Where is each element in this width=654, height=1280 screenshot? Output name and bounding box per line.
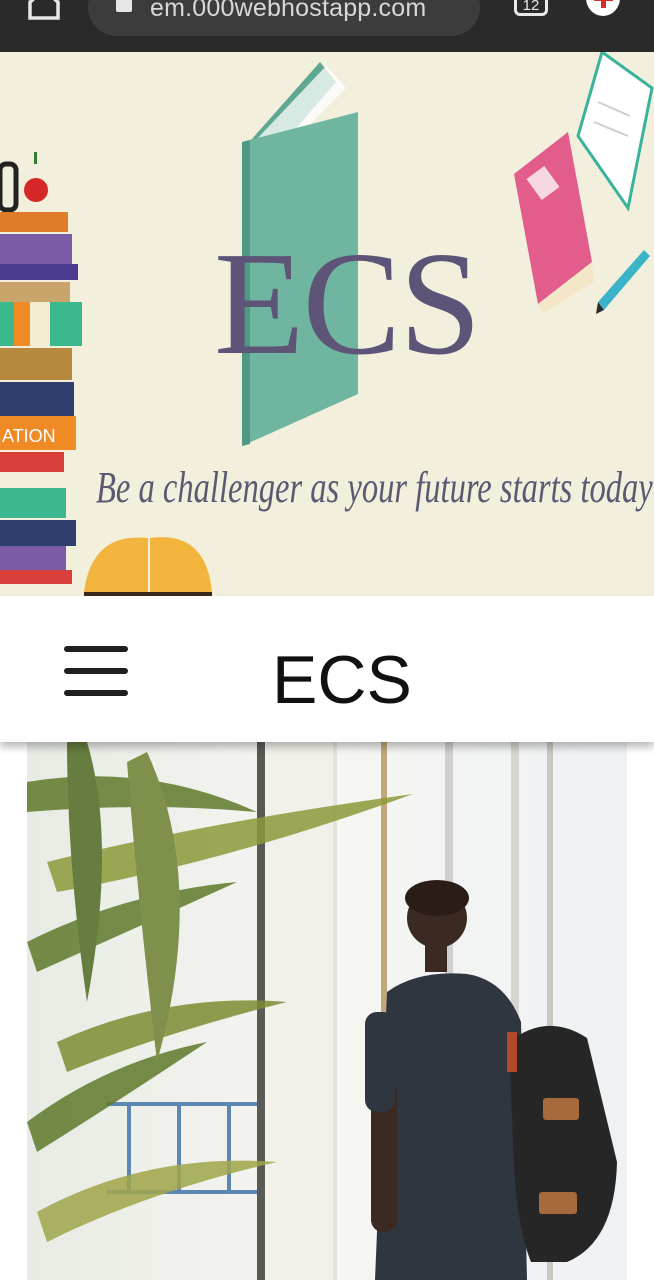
pencil-illustration (596, 250, 650, 314)
open-book-illustration (84, 537, 212, 596)
hero-photo-illustration (27, 742, 627, 1280)
hero-image (27, 742, 627, 1280)
book-spine-label: ATION (2, 426, 56, 446)
pink-book-illustration (514, 132, 594, 314)
hamburger-icon[interactable] (64, 646, 130, 698)
home-icon[interactable] (26, 0, 62, 22)
tabs-button[interactable]: 12 (514, 0, 548, 16)
browser-toolbar: em.000webhostapp.com 12 (0, 0, 654, 52)
banner-title: ECS (214, 222, 481, 386)
address-bar[interactable]: em.000webhostapp.com (88, 0, 480, 36)
notebook-illustration (576, 52, 654, 212)
site-banner: ATION ECS Be a challenger as your future… (0, 52, 654, 596)
lock-icon (116, 0, 132, 12)
banner-tagline: Be a challenger as your future starts to… (96, 463, 653, 512)
book-stack-illustration (0, 152, 82, 584)
site-title: ECS (272, 642, 412, 718)
url-text: em.000webhostapp.com (150, 0, 427, 22)
extension-icon[interactable] (586, 0, 620, 16)
site-header: ECS (0, 596, 654, 742)
